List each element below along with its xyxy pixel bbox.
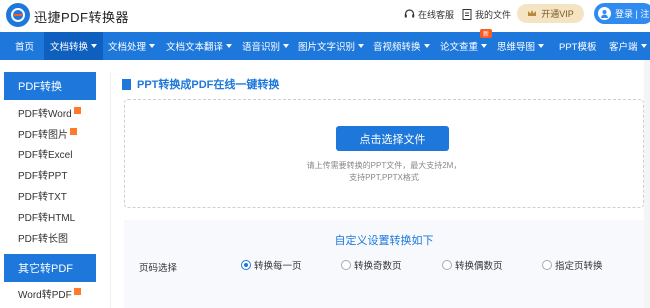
sidebar-item-label: Word转PDF xyxy=(18,290,72,302)
chevron-down-icon xyxy=(640,44,647,48)
radio-label: 转换每一页 xyxy=(254,261,302,272)
headset-icon xyxy=(404,9,415,18)
conversion-settings: 自定义设置转换如下 页码选择 转换每一页 转换奇数页 转换偶数页 指定页转换 xyxy=(124,220,644,308)
radio-label: 转换奇数页 xyxy=(354,261,402,272)
hot-badge-icon xyxy=(70,127,77,135)
page-title-text: PPT转换成PDF在线一键转换 xyxy=(137,79,280,91)
my-files-link[interactable]: 我的文件 xyxy=(462,8,511,21)
user-avatar-icon xyxy=(598,7,611,20)
nav-item-av-convert[interactable]: 音视频转换 xyxy=(373,32,430,60)
radio-specific-pages[interactable]: 指定页转换 xyxy=(542,258,603,272)
nav-label: 客户端 xyxy=(609,42,638,53)
nav-item-ppt-template[interactable]: PPT模板 xyxy=(559,32,596,60)
nav-label: 文档处理 xyxy=(108,42,147,53)
sidebar-item-pdf-to-excel[interactable]: PDF转Excel xyxy=(4,144,96,165)
upload-hint-line2: 支持PPT,PPTX格式 xyxy=(349,173,419,182)
customer-service-link[interactable]: 在线客服 xyxy=(404,8,454,21)
radio-unchecked-icon xyxy=(341,260,351,270)
nav-item-client[interactable]: 客户端 xyxy=(609,32,647,60)
sidebar-item-label: PDF转TXT xyxy=(18,192,67,204)
nav-label: 语音识别 xyxy=(242,42,281,53)
sidebar-section-other-to-pdf: 其它转PDF xyxy=(4,253,96,282)
radio-label: 转换偶数页 xyxy=(455,261,503,272)
nav-label: 论文查重 xyxy=(440,42,479,53)
document-icon xyxy=(122,78,131,90)
chevron-down-icon xyxy=(538,44,545,48)
chevron-down-icon xyxy=(358,44,365,48)
hot-badge-icon xyxy=(73,106,81,114)
nav-label: 文档转换 xyxy=(50,42,89,53)
radio-label: 指定页转换 xyxy=(555,261,603,272)
login-button[interactable]: 登录 | 注 xyxy=(594,3,650,24)
sidebar-item-word-to-pdf[interactable]: Word转PDF xyxy=(4,284,96,305)
divider xyxy=(110,72,111,308)
sidebar-section-pdf-convert: PDF转换 xyxy=(4,72,96,100)
nav-label: 图片文字识别 xyxy=(298,42,356,53)
radio-unchecked-icon xyxy=(442,260,452,270)
nav-item-ocr[interactable]: 图片文字识别 xyxy=(298,32,365,60)
nav-item-mindmap[interactable]: 思维导图 xyxy=(497,32,545,60)
upload-dropzone[interactable]: 点击选择文件 请上传需要转换的PPT文件，最大支持2M， 支持PPT,PPTX格… xyxy=(124,99,644,208)
select-file-button[interactable]: 点击选择文件 xyxy=(336,126,449,151)
radio-unchecked-icon xyxy=(542,260,552,270)
chevron-down-icon xyxy=(423,44,430,48)
sidebar-item-label: PDF转长图 xyxy=(18,233,68,245)
nav-item-home[interactable]: 首页 xyxy=(15,32,34,60)
nav-label: 首页 xyxy=(15,42,35,53)
nav-label: 文档文本翻译 xyxy=(166,42,224,53)
chevron-down-icon xyxy=(283,44,290,48)
chevron-down-icon xyxy=(481,44,488,48)
chevron-down-icon xyxy=(91,44,98,48)
sidebar-item-label: PDF转HTML xyxy=(18,212,76,224)
hot-badge-icon xyxy=(73,288,81,296)
top-header: 迅捷PDF转换器 在线客服 我的文件 开通VIP 登录 | 注 xyxy=(0,0,650,32)
page-title: PPT转换成PDF在线一键转换 xyxy=(122,76,279,92)
brand-name[interactable]: 迅捷PDF转换器 xyxy=(34,7,129,26)
vip-label: 开通VIP xyxy=(541,9,574,19)
sidebar-item-label: PDF转图片 xyxy=(18,129,68,141)
nav-item-doc-convert[interactable]: 文档转换 xyxy=(44,32,104,60)
sidebar-item-label: PDF转PPT xyxy=(18,171,68,183)
sidebar-item-pdf-to-long-image[interactable]: PDF转长图 xyxy=(4,227,96,248)
nav-item-translate[interactable]: 文档文本翻译 xyxy=(166,32,233,60)
chevron-down-icon xyxy=(226,44,233,48)
main-nav: 首页 文档转换 文档处理 文档文本翻译 语音识别 图片文字识别 音视频转换 论文… xyxy=(0,32,650,60)
new-badge: 新 xyxy=(480,29,492,38)
nav-label: 音视频转换 xyxy=(373,42,421,53)
nav-label: PPT模板 xyxy=(559,42,597,53)
sidebar-item-pdf-to-ppt[interactable]: PDF转PPT xyxy=(4,164,96,185)
sidebar: PDF转换 PDF转Word PDF转图片 PDF转Excel PDF转PPT … xyxy=(4,72,96,308)
crown-icon xyxy=(528,10,537,16)
sidebar-item-label: PDF转Word xyxy=(18,108,72,120)
nav-item-doc-process[interactable]: 文档处理 xyxy=(108,32,156,60)
sidebar-item-label: PDF转Excel xyxy=(18,150,73,162)
nav-item-speech[interactable]: 语音识别 xyxy=(242,32,290,60)
app-logo[interactable] xyxy=(6,3,30,27)
radio-checked-icon xyxy=(241,260,251,270)
upload-hint-line1: 请上传需要转换的PPT文件，最大支持2M， xyxy=(306,161,462,170)
radio-even-pages[interactable]: 转换偶数页 xyxy=(442,258,503,272)
scrollbar-track[interactable] xyxy=(644,60,650,308)
customer-service-label: 在线客服 xyxy=(418,10,455,20)
file-icon xyxy=(462,9,472,20)
sidebar-item-pdf-to-html[interactable]: PDF转HTML xyxy=(4,206,96,227)
radio-odd-pages[interactable]: 转换奇数页 xyxy=(341,258,402,272)
sidebar-item-pdf-to-txt[interactable]: PDF转TXT xyxy=(4,185,96,206)
sidebar-item-pdf-to-word[interactable]: PDF转Word xyxy=(4,102,96,123)
my-files-label: 我的文件 xyxy=(475,10,512,20)
sidebar-item-pdf-to-image[interactable]: PDF转图片 xyxy=(4,123,96,144)
nav-label: 思维导图 xyxy=(497,42,536,53)
login-label: 登录 | 注 xyxy=(615,9,650,19)
page-selection-label: 页码选择 xyxy=(139,263,178,274)
settings-title: 自定义设置转换如下 xyxy=(334,235,434,247)
radio-every-page[interactable]: 转换每一页 xyxy=(241,258,302,272)
vip-button[interactable]: 开通VIP xyxy=(517,4,584,23)
chevron-down-icon xyxy=(149,44,156,48)
